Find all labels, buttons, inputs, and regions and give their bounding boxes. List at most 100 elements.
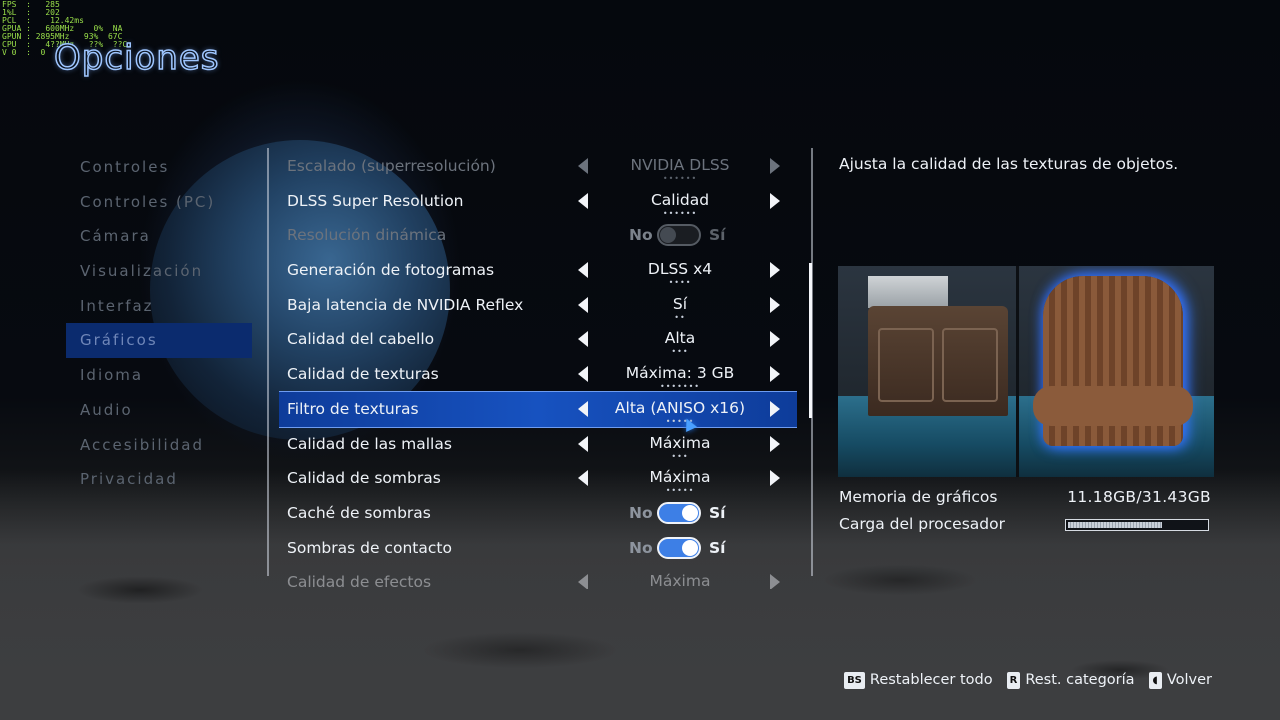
preview-cabinet-door — [878, 328, 934, 402]
settings-scrollbar[interactable] — [809, 263, 812, 418]
preview-chair-seat — [1033, 386, 1193, 426]
gpu-memory-row: Memoria de gráficos 11.18GB/31.43GB — [839, 484, 1211, 511]
sidebar-item-idioma[interactable]: Idioma — [66, 358, 252, 393]
option-dots: ••••• — [665, 416, 695, 426]
page-title: Opciones — [53, 37, 220, 79]
setting-label: Sombras de contacto — [287, 538, 452, 557]
sidebar-item-controles-pc-[interactable]: Controles (PC) — [66, 185, 252, 220]
sidebar-item-audio[interactable]: Audio — [66, 393, 252, 428]
arrow-left-icon[interactable] — [578, 331, 588, 348]
arrow-left-icon[interactable] — [578, 574, 588, 589]
toggle-yes-label: Sí — [709, 226, 726, 245]
arrow-left-icon[interactable] — [578, 435, 588, 452]
preview-cabinet — [868, 306, 1008, 416]
setting-label: Calidad de texturas — [287, 365, 439, 384]
toggle-track[interactable] — [657, 224, 701, 247]
setting-row-generacion-de-fotogramas[interactable]: Generación de fotogramas DLSS x4 •••• — [279, 253, 797, 288]
cpu-load-label: Carga del procesador — [839, 515, 1005, 533]
arrow-right-icon[interactable] — [770, 158, 780, 174]
preview-split-divider — [1016, 266, 1019, 477]
back-button[interactable]: Volver — [1167, 672, 1212, 688]
setting-row-calidad-del-cabello[interactable]: Calidad del cabello Alta ••• — [279, 322, 797, 357]
toggle-track[interactable] — [657, 501, 701, 524]
arrow-right-icon[interactable] — [770, 262, 780, 279]
arrow-right-icon[interactable] — [770, 470, 780, 487]
arrow-left-icon[interactable] — [578, 400, 588, 417]
texture-preview-image — [838, 266, 1214, 477]
arrow-left-icon[interactable] — [578, 262, 588, 279]
setting-row-sombras-de-contacto[interactable]: Sombras de contacto No Sí — [279, 531, 797, 566]
reset-category-button[interactable]: Rest. categoría — [1025, 672, 1134, 688]
setting-label: Baja latencia de NVIDIA Reflex — [287, 295, 524, 314]
sidebar-item-privacidad[interactable]: Privacidad — [66, 462, 252, 497]
sidebar-item-gr-ficos[interactable]: Gráficos — [66, 323, 252, 359]
setting-row-calidad-de-las-mallas[interactable]: Calidad de las mallas Máxima ••• — [279, 427, 797, 462]
sidebar-item-visualizaci-n[interactable]: Visualización — [66, 254, 252, 289]
setting-label: Calidad de sombras — [287, 469, 441, 488]
setting-description: Ajusta la calidad de las texturas de obj… — [839, 155, 1179, 173]
setting-label: Generación de fotogramas — [287, 261, 495, 280]
setting-row-baja-latencia-de-nvidia-reflex[interactable]: Baja latencia de NVIDIA Reflex Sí •• — [279, 288, 797, 323]
setting-row-escalado-superresolucion[interactable]: Escalado (superresolución) NVIDIA DLSS •••… — [279, 149, 797, 184]
setting-label: Calidad de efectos — [287, 573, 432, 589]
option-dots: ••••• — [665, 486, 695, 496]
arrow-left-icon[interactable] — [578, 296, 588, 313]
category-sidebar: Controles Controles (PC) Cámara Visualizaci… — [66, 150, 252, 497]
setting-label: Calidad de las mallas — [287, 434, 452, 453]
arrow-left-icon[interactable] — [578, 470, 588, 487]
setting-label: Caché de sombras — [287, 503, 431, 522]
setting-row-dlss-super-resolution[interactable]: DLSS Super Resolution Calidad •••••• — [279, 184, 797, 219]
setting-label: Filtro de texturas — [287, 399, 419, 418]
cpu-load-row: Carga del procesador — [839, 511, 1211, 538]
setting-row-calidad-de-texturas[interactable]: Calidad de texturas Máxima: 3 GB ••••••• — [279, 357, 797, 392]
arrow-left-icon[interactable] — [578, 366, 588, 383]
toggle-yes-label: Sí — [709, 538, 726, 557]
option-dots: •••••• — [662, 174, 698, 183]
toggle-track[interactable] — [657, 536, 701, 559]
arrow-right-icon[interactable] — [770, 574, 780, 589]
toggle-no-label: No — [629, 503, 653, 522]
setting-row-calidad-de-efectos[interactable]: Calidad de efectos Máxima — [279, 565, 797, 589]
reset-all-button[interactable]: Restablecer todo — [870, 672, 993, 688]
backspace-key-icon: BS — [844, 671, 865, 689]
setting-label: Calidad del cabello — [287, 330, 435, 349]
settings-list: Escalado (superresolución) NVIDIA DLSS •••… — [279, 149, 797, 589]
toggle-knob — [682, 504, 698, 521]
sidebar-item-controles[interactable]: Controles — [66, 150, 252, 185]
gpu-memory-value: 11.18GB/31.43GB — [1067, 488, 1211, 506]
toggle-no-label: No — [629, 226, 653, 245]
option-dots: •• — [674, 312, 686, 322]
arrow-right-icon[interactable] — [770, 435, 780, 452]
arrow-right-icon[interactable] — [770, 192, 780, 209]
toggle-no-label: No — [629, 538, 653, 557]
setting-label: Resolución dinámica — [287, 226, 447, 245]
arrow-right-icon[interactable] — [770, 331, 780, 348]
setting-label: DLSS Super Resolution — [287, 191, 464, 210]
mouse-right-click-icon: ◖ — [1148, 671, 1162, 689]
setting-row-cache-de-sombras[interactable]: Caché de sombras No Sí — [279, 496, 797, 531]
sidebar-item-c-mara[interactable]: Cámara — [66, 219, 252, 254]
option-dots: •••••• — [662, 208, 698, 218]
preview-cabinet-door — [942, 328, 998, 402]
sidebar-item-accesibilidad[interactable]: Accesibilidad — [66, 428, 252, 463]
setting-row-filtro-de-texturas[interactable]: Filtro de texturas Alta (ANISO x16) ••••• — [279, 390, 797, 428]
arrow-right-icon[interactable] — [770, 296, 780, 313]
sidebar-item-interfaz[interactable]: Interfaz — [66, 289, 252, 324]
option-dots: ••• — [671, 347, 689, 357]
r-key-icon: R — [1006, 671, 1021, 689]
settings-left-divider — [267, 148, 269, 576]
toggle-knob — [682, 539, 698, 556]
cpu-load-bar — [1065, 519, 1209, 531]
arrow-left-icon[interactable] — [578, 192, 588, 209]
arrow-right-icon[interactable] — [770, 366, 780, 383]
setting-row-calidad-de-sombras[interactable]: Calidad de sombras Máxima ••••• — [279, 461, 797, 496]
option-dots: •••• — [668, 278, 692, 288]
option-dots: ••••••• — [659, 382, 701, 392]
arrow-right-icon[interactable] — [770, 400, 780, 417]
arrow-left-icon[interactable] — [578, 158, 588, 174]
preview-papers — [868, 276, 948, 308]
setting-label: Escalado (superresolución) — [287, 157, 496, 175]
setting-row-resolucion-dinamica[interactable]: Resolución dinámica No Sí — [279, 218, 797, 253]
option-dots: ••• — [671, 451, 689, 461]
setting-value: Máxima — [649, 572, 711, 589]
